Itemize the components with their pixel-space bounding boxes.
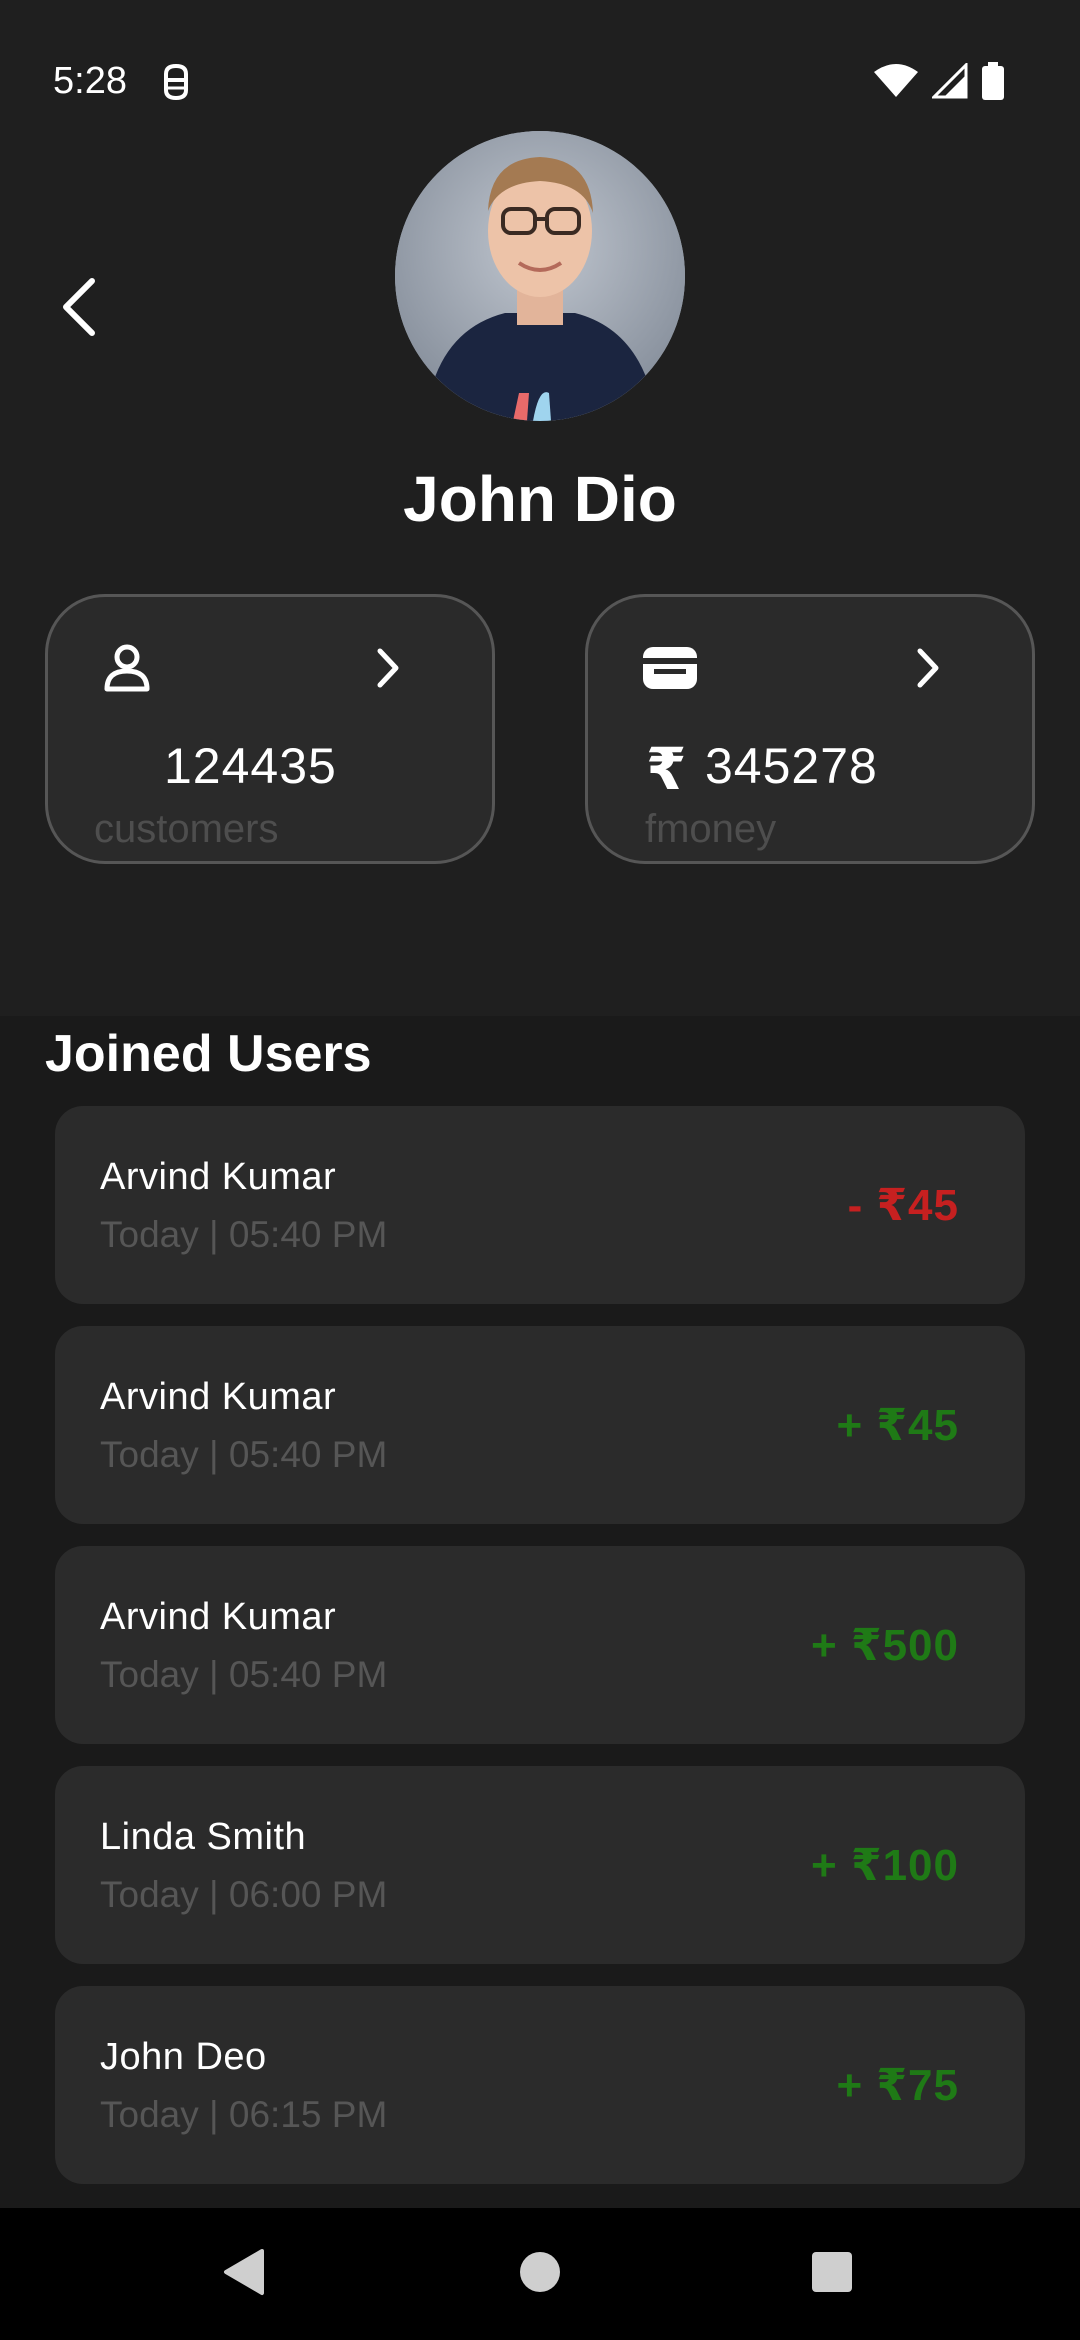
chevron-left-icon xyxy=(60,277,100,342)
screen: 5:28 John Dio 124435 customers ₹ 345278 … xyxy=(0,0,1080,2340)
user-time: Today | 06:15 PM xyxy=(100,2094,388,2135)
status-icons xyxy=(874,61,1004,105)
wallet-icon xyxy=(642,643,697,693)
list-item[interactable]: Arvind Kumar Today | 05:40 PM + ₹45 xyxy=(55,1326,1025,1524)
nav-back-button[interactable] xyxy=(184,2208,304,2340)
money-card[interactable]: ₹ 345278 fmoney xyxy=(585,594,1035,864)
user-time: Today | 06:00 PM xyxy=(100,1874,388,1915)
list-item[interactable]: John Deo Today | 06:15 PM + ₹75 xyxy=(55,1986,1025,2184)
user-name: Arvind Kumar xyxy=(100,1596,337,1638)
user-name: Linda Smith xyxy=(100,1816,307,1858)
customers-count: 124435 xyxy=(164,738,337,794)
battery-icon xyxy=(982,62,1004,105)
nav-recents-button[interactable] xyxy=(772,2208,892,2340)
user-amount: + ₹45 xyxy=(836,1401,959,1450)
rupee-icon: ₹ xyxy=(646,737,687,802)
user-name: Arvind Kumar xyxy=(100,1376,337,1418)
chevron-right-icon xyxy=(908,643,948,693)
user-amount: + ₹75 xyxy=(836,2061,959,2110)
status-bar: 5:28 xyxy=(0,0,1080,130)
customers-label: customers xyxy=(94,807,279,851)
user-amount: - ₹45 xyxy=(847,1181,959,1230)
customers-card[interactable]: 124435 customers xyxy=(45,594,495,864)
user-name: John Deo xyxy=(100,2036,267,2078)
user-time: Today | 05:40 PM xyxy=(100,1654,388,1695)
money-amount: 345278 xyxy=(705,738,878,794)
chevron-right-icon xyxy=(368,643,408,693)
nav-home-button[interactable] xyxy=(480,2208,600,2340)
circle-home-icon xyxy=(518,2250,562,2299)
status-time: 5:28 xyxy=(53,60,127,102)
list-item[interactable]: Linda Smith Today | 06:00 PM + ₹100 xyxy=(55,1766,1025,1964)
square-recents-icon xyxy=(810,2250,854,2299)
navigation-bar xyxy=(0,2208,1080,2340)
user-amount: + ₹500 xyxy=(811,1621,959,1670)
cellular-signal-icon xyxy=(930,61,968,104)
list-item[interactable]: Arvind Kumar Today | 05:40 PM + ₹500 xyxy=(55,1546,1025,1744)
profile-name: John Dio xyxy=(403,463,677,535)
user-time: Today | 05:40 PM xyxy=(100,1434,388,1475)
user-time: Today | 05:40 PM xyxy=(100,1214,388,1255)
user-amount: + ₹100 xyxy=(811,1841,959,1890)
triangle-back-icon xyxy=(222,2247,266,2302)
back-button[interactable] xyxy=(52,276,108,342)
money-label: fmoney xyxy=(645,807,777,851)
section-title: Joined Users xyxy=(45,1025,372,1083)
user-name: Arvind Kumar xyxy=(100,1156,337,1198)
list-item[interactable]: Arvind Kumar Today | 05:40 PM - ₹45 xyxy=(55,1106,1025,1304)
wifi-icon xyxy=(874,64,918,103)
avatar xyxy=(395,131,685,421)
person-icon xyxy=(102,643,152,693)
robot-icon xyxy=(158,62,194,102)
